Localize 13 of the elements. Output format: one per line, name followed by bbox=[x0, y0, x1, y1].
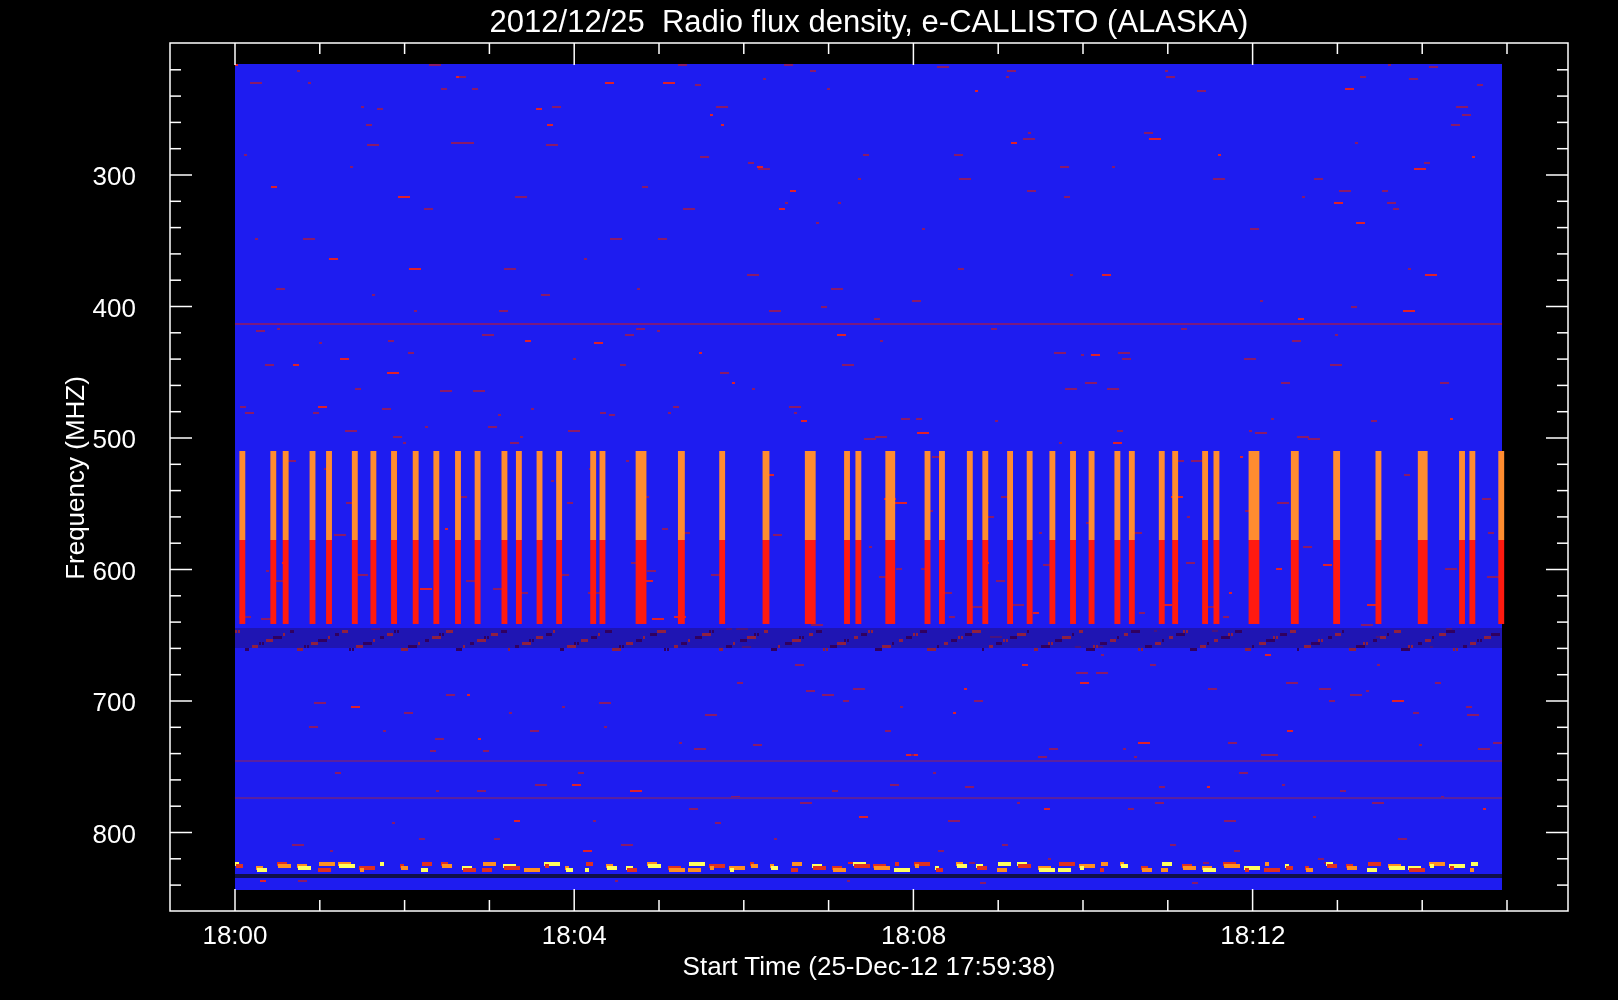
tick-label: 18:08 bbox=[881, 920, 947, 950]
tick-label: 18:00 bbox=[202, 920, 268, 950]
chart-title: 2012/12/25 Radio flux density, e-CALLISTO (ALASKA) bbox=[489, 4, 1249, 39]
tick-label: 500 bbox=[92, 424, 136, 454]
tick-label: 700 bbox=[92, 687, 136, 717]
x-axis-label: Start Time (25-Dec-12 17:59:38) bbox=[682, 951, 1056, 981]
tick-label: 400 bbox=[92, 292, 136, 323]
tick-label: 18:04 bbox=[541, 920, 607, 950]
tick-label: 300 bbox=[92, 161, 136, 191]
tick-label: 18:12 bbox=[1220, 920, 1286, 950]
tick-label: 800 bbox=[92, 818, 136, 849]
tick-label: 600 bbox=[92, 555, 136, 586]
y-axis-label: Frequency (MHZ) bbox=[60, 376, 90, 580]
